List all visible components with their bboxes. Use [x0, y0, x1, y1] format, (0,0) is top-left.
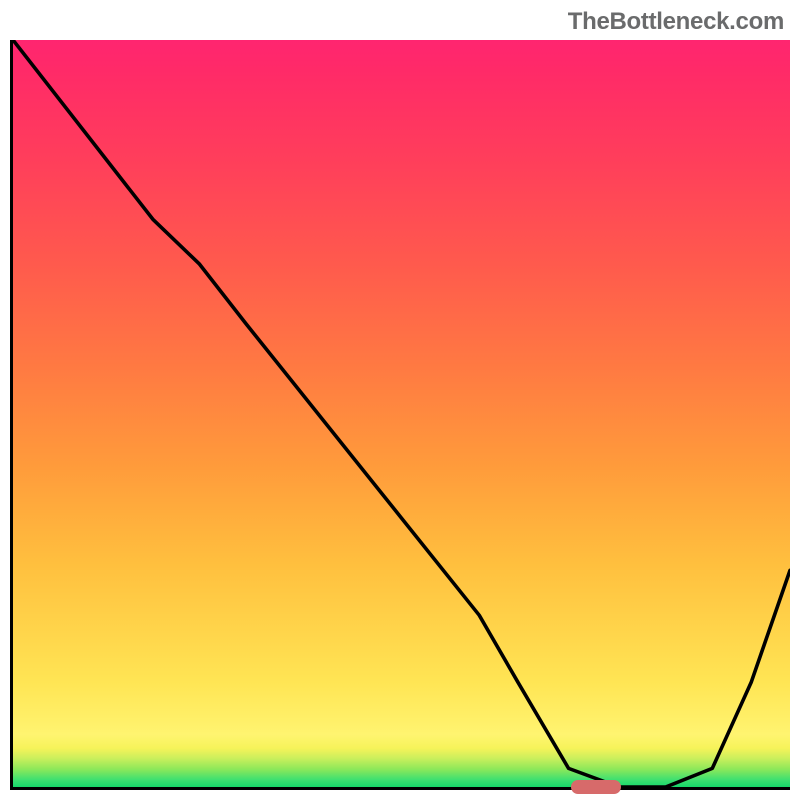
optimal-marker	[571, 780, 622, 794]
chart-area	[10, 40, 790, 790]
watermark: TheBottleneck.com	[568, 8, 784, 36]
line-curve	[13, 40, 790, 787]
